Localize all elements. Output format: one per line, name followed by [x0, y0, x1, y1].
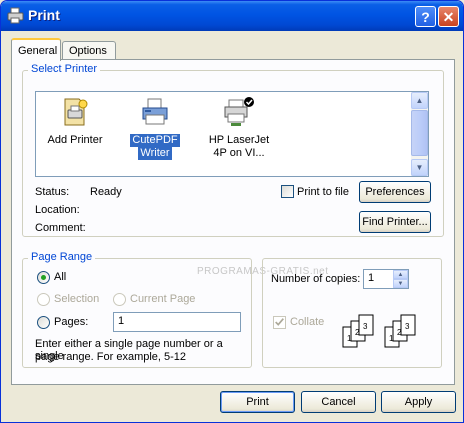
printer-list-scrollbar[interactable]: ▲ ▼	[411, 92, 428, 176]
print-button[interactable]: Print	[220, 391, 295, 413]
printer-label: CutePDF	[130, 134, 180, 147]
scroll-up-icon[interactable]: ▲	[411, 92, 428, 109]
status-label: Status:	[35, 186, 70, 198]
spin-up-icon[interactable]: ▲	[393, 270, 408, 279]
collate-page-number: 3	[405, 322, 410, 331]
number-of-copies-label: Number of copies:	[271, 273, 361, 285]
title-bar[interactable]: Print ? ✕	[1, 1, 463, 31]
select-printer-group: Select Printer Add Printer CutePDF Write…	[22, 63, 444, 237]
tab-general[interactable]: General	[11, 38, 61, 61]
find-printer-button[interactable]: Find Printer...	[359, 211, 431, 233]
pages-label[interactable]: Pages:	[54, 316, 88, 328]
collate-page-number: 3	[363, 322, 368, 331]
printer-label-line2: Writer	[138, 147, 172, 160]
collate-page-number: 2	[397, 328, 402, 337]
current-page-radio[interactable]	[113, 293, 126, 306]
copies-input[interactable]: 1 ▲ ▼	[363, 269, 409, 289]
selection-label[interactable]: Selection	[54, 293, 99, 305]
page-range-help-line2: page range. For example, 5-12	[35, 351, 187, 363]
printer-icon	[142, 98, 168, 125]
scrollbar-thumb[interactable]	[411, 110, 428, 156]
printer-label-line2: 4P on VI...	[213, 147, 265, 159]
collate-page-number: 2	[355, 328, 360, 337]
collate-label[interactable]: Collate	[290, 316, 324, 328]
selection-radio[interactable]	[37, 293, 50, 306]
status-value: Ready	[90, 186, 122, 198]
comment-label: Comment:	[35, 222, 86, 234]
close-button[interactable]: ✕	[438, 6, 459, 27]
current-page-label[interactable]: Current Page	[130, 293, 195, 305]
select-printer-label: Select Printer	[28, 63, 101, 75]
general-tab-panel: Select Printer Add Printer CutePDF Write…	[11, 59, 455, 385]
print-to-file-checkbox[interactable]	[281, 185, 294, 198]
spin-down-icon[interactable]: ▼	[393, 279, 408, 288]
pages-input[interactable]: 1	[113, 312, 241, 332]
tab-options[interactable]: Options	[62, 41, 116, 60]
collate-page-number: 1	[347, 334, 352, 343]
all-label[interactable]: All	[54, 271, 66, 283]
collate-pages-icon: 1 2 3 1 2 3	[342, 314, 416, 348]
help-button[interactable]: ?	[415, 6, 436, 27]
all-radio[interactable]	[37, 271, 50, 284]
printer-label: Add Printer	[47, 134, 103, 146]
page-range-label: Page Range	[28, 251, 96, 263]
page-range-group: Page Range All Selection Current Page Pa…	[22, 251, 252, 368]
copies-value: 1	[368, 272, 375, 284]
print-to-file-label[interactable]: Print to file	[297, 186, 349, 198]
radio-dot-icon	[41, 275, 46, 280]
printer-item-cutepdf[interactable]: CutePDF Writer	[120, 96, 190, 160]
printer-list[interactable]: Add Printer CutePDF Writer HP LaserJet 4…	[35, 91, 429, 177]
collate-page-number: 1	[389, 334, 394, 343]
network-default-printer-icon	[224, 97, 254, 126]
pages-radio[interactable]	[37, 316, 50, 329]
check-icon	[275, 318, 284, 326]
copies-group: Number of copies: 1 ▲ ▼ Collate 1 2 3 1 …	[262, 258, 442, 368]
copies-spinner[interactable]: ▲ ▼	[393, 270, 408, 288]
add-printer-icon	[64, 98, 88, 126]
printer-icon	[7, 7, 24, 24]
collate-checkbox[interactable]	[273, 316, 286, 329]
preferences-button[interactable]: Preferences	[359, 181, 431, 203]
printer-item-add-printer[interactable]: Add Printer	[40, 96, 110, 147]
cancel-button[interactable]: Cancel	[301, 391, 376, 413]
scroll-down-icon[interactable]: ▼	[411, 159, 428, 176]
location-label: Location:	[35, 204, 80, 216]
printer-item-hp-laserjet[interactable]: HP LaserJet 4P on VI...	[204, 96, 274, 160]
window-title: Print	[28, 7, 60, 23]
apply-button[interactable]: Apply	[381, 391, 456, 413]
printer-label: HP LaserJet	[208, 134, 270, 146]
print-dialog: Print ? ✕ General Options Select Printer…	[0, 0, 464, 423]
